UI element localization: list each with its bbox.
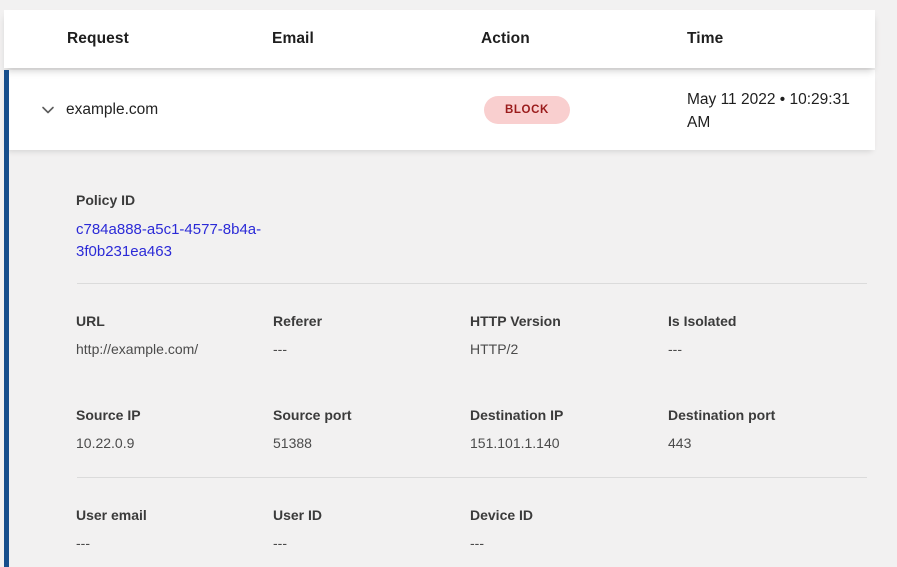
field-device-id: Device ID --- (470, 506, 656, 552)
field-label: Referer (273, 312, 459, 330)
column-header-action: Action (481, 10, 530, 68)
field-destination-port: Destination port 443 (668, 406, 854, 452)
field-value: --- (470, 534, 656, 552)
field-url: URL http://example.com/ (76, 312, 262, 358)
column-header-time: Time (687, 10, 723, 68)
chevron-down-icon[interactable] (40, 102, 56, 118)
field-label: Device ID (470, 506, 656, 524)
table-header: Request Email Action Time (4, 10, 875, 68)
field-destination-ip: Destination IP 151.101.1.140 (470, 406, 656, 452)
field-value: --- (76, 534, 262, 552)
request-detail-panel: Policy ID c784a888-a5c1-4577-8b4a-3f0b23… (0, 150, 897, 567)
policy-id-link[interactable]: c784a888-a5c1-4577-8b4a-3f0b231ea463 (76, 219, 272, 262)
field-label: URL (76, 312, 262, 330)
section-divider (77, 283, 867, 284)
request-log-page: Request Email Action Time example.com BL… (0, 0, 897, 567)
section-divider (77, 477, 867, 478)
field-label: Source port (273, 406, 459, 424)
field-is-isolated: Is Isolated --- (668, 312, 854, 358)
field-value: --- (273, 534, 459, 552)
field-value: HTTP/2 (470, 340, 656, 358)
field-label: Is Isolated (668, 312, 854, 330)
field-label: HTTP Version (470, 312, 656, 330)
expanded-row-accent-border (4, 70, 9, 567)
action-block-badge: BLOCK (484, 96, 570, 124)
field-label: Destination IP (470, 406, 656, 424)
field-label: User ID (273, 506, 459, 524)
log-table-row[interactable]: example.com BLOCK May 11 2022 • 10:29:31… (4, 70, 875, 150)
field-label: Destination port (668, 406, 854, 424)
field-source-port: Source port 51388 (273, 406, 459, 452)
column-header-email: Email (272, 10, 314, 68)
field-user-id: User ID --- (273, 506, 459, 552)
field-value: 10.22.0.9 (76, 434, 262, 452)
field-user-email: User email --- (76, 506, 262, 552)
field-label: User email (76, 506, 262, 524)
field-label: Source IP (76, 406, 262, 424)
field-value: http://example.com/ (76, 340, 262, 358)
field-value: --- (668, 340, 854, 358)
request-domain: example.com (66, 70, 158, 150)
field-referer: Referer --- (273, 312, 459, 358)
column-header-request: Request (67, 10, 129, 68)
field-value: --- (273, 340, 459, 358)
policy-id-label: Policy ID (76, 192, 135, 208)
field-value: 151.101.1.140 (470, 434, 656, 452)
field-value: 443 (668, 434, 854, 452)
field-value: 51388 (273, 434, 459, 452)
field-source-ip: Source IP 10.22.0.9 (76, 406, 262, 452)
request-time: May 11 2022 • 10:29:31 AM (687, 88, 873, 134)
field-http-version: HTTP Version HTTP/2 (470, 312, 656, 358)
